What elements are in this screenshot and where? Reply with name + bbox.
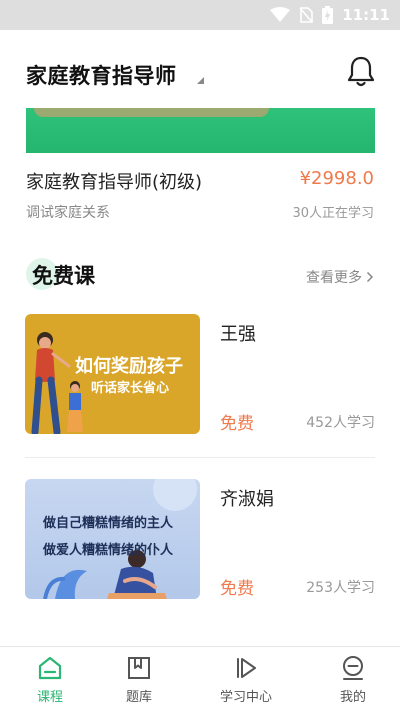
tab-label: 题库 xyxy=(125,690,152,705)
chevron-right-icon xyxy=(366,271,374,283)
no-sim-icon xyxy=(299,7,314,23)
tab-label: 学习中心 xyxy=(219,690,272,705)
tab-learning-center[interactable]: 学习中心 xyxy=(196,647,296,711)
tab-courses[interactable]: 课程 xyxy=(0,647,100,711)
tab-question-bank[interactable]: 题库 xyxy=(89,647,189,711)
course-thumbnail[interactable]: 如何奖励孩子 听话家长省心 xyxy=(25,314,200,434)
featured-course-subtitle: 调试家庭关系 xyxy=(26,205,110,221)
course-price-free: 免费 xyxy=(220,414,254,434)
featured-course-title[interactable]: 家庭教育指导师(初级) xyxy=(26,168,202,194)
card-divider xyxy=(25,457,375,458)
tab-profile[interactable]: 我的 xyxy=(303,647,400,711)
featured-banner[interactable] xyxy=(26,108,375,153)
thumbnail-headline: 如何奖励孩子 xyxy=(75,356,183,377)
thumbnail-subline: 听话家长省心 xyxy=(91,381,170,396)
thumbnail-subline: 做爱人糟糕情绪的仆人 xyxy=(43,543,174,558)
clock: 11:11 xyxy=(342,6,390,24)
course-teacher-name: 王强 xyxy=(220,324,256,345)
banner-decoration xyxy=(34,108,269,117)
bottom-tab-bar: 课程 题库 学习中心 我的 xyxy=(0,646,400,711)
course-learner-count: 253人学习 xyxy=(306,580,375,596)
featured-course-price: ¥2998.0 xyxy=(299,168,374,189)
tab-label: 我的 xyxy=(339,690,366,705)
course-learner-count: 452人学习 xyxy=(306,415,375,431)
status-bar: 11:11 xyxy=(0,0,400,30)
dropdown-triangle-icon[interactable] xyxy=(197,77,204,84)
user-icon xyxy=(343,656,363,680)
see-more-label: 查看更多 xyxy=(306,270,362,286)
thumbnail-headline: 做自己糟糕情绪的主人 xyxy=(43,516,174,531)
tab-label: 课程 xyxy=(36,690,63,705)
category-selector[interactable]: 家庭教育指导师 xyxy=(26,60,177,90)
free-course-card[interactable]: 如何奖励孩子 听话家长省心 王强 免费 452人学习 xyxy=(25,314,375,436)
play-icon xyxy=(237,658,256,678)
bookmark-icon xyxy=(128,657,150,679)
wifi-icon xyxy=(270,7,291,22)
section-title: 免费课 xyxy=(32,264,95,288)
bell-icon[interactable] xyxy=(345,55,377,89)
battery-charging-icon xyxy=(322,6,334,24)
course-price-free: 免费 xyxy=(220,579,254,599)
home-icon xyxy=(38,656,62,680)
course-thumbnail[interactable]: 做自己糟糕情绪的主人 做爱人糟糕情绪的仆人 xyxy=(25,479,200,599)
featured-course-learners: 30人正在学习 xyxy=(292,206,374,221)
app-header: 家庭教育指导师 xyxy=(0,30,400,110)
free-course-card[interactable]: 做自己糟糕情绪的主人 做爱人糟糕情绪的仆人 齐淑娟 免费 253人学习 xyxy=(25,479,375,601)
see-more-link[interactable]: 查看更多 xyxy=(306,267,374,287)
course-teacher-name: 齐淑娟 xyxy=(220,489,274,510)
